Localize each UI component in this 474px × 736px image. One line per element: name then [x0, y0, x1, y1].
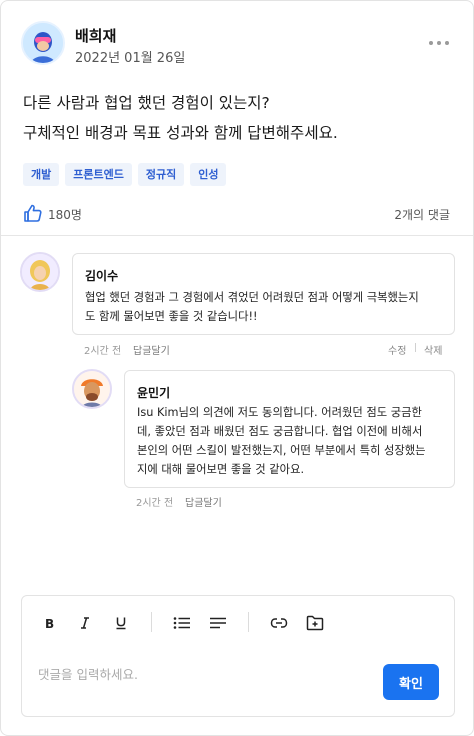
comment-line: 지에 대해 물어보면 좋을 것 같아요.: [137, 463, 305, 476]
tag[interactable]: 개발: [23, 163, 60, 186]
comment-time: 2시간 전: [84, 346, 122, 357]
comment-line: Isu Kim님의 의견에 저도 동의합니다. 어려웠던 점도 궁금한: [137, 406, 422, 419]
post-card: 배희재 2022년 01월 26일 다른 사람과 협업 했던 경험이 있는지? …: [0, 0, 474, 736]
edit-button[interactable]: 수정: [388, 342, 406, 357]
action-divider: [415, 343, 416, 352]
question-line: 구체적인 배경과 목표 성과와 함께 답변해주세요.: [23, 124, 338, 142]
commenter-avatar[interactable]: [72, 369, 112, 409]
comment-text: Isu Kim님의 의견에 저도 동의합니다. 어려웠던 점도 궁금한 데, 좋…: [137, 403, 447, 479]
like-icon[interactable]: [23, 203, 43, 223]
tag[interactable]: 인성: [190, 163, 227, 186]
underline-icon[interactable]: [111, 613, 131, 633]
commenter-name[interactable]: 윤민기: [137, 384, 170, 401]
comment-editor: B 확인: [21, 595, 455, 717]
reply-button[interactable]: 답글달기: [185, 494, 222, 509]
bold-icon[interactable]: B: [39, 613, 59, 633]
comment-line: 데, 좋았던 점과 배웠던 점도 궁금합니다. 협업 이전에 비해서: [137, 425, 423, 438]
commenter-name[interactable]: 김이수: [85, 267, 118, 284]
comment-time: 2시간 전: [136, 498, 174, 509]
commenter-avatar[interactable]: [20, 252, 60, 292]
comment-box: 김이수 협업 했던 경험과 그 경험에서 겪었던 어려웠던 점과 어떻게 극복했…: [72, 253, 455, 335]
link-icon[interactable]: [269, 613, 289, 633]
author-name[interactable]: 배희재: [75, 25, 116, 46]
submit-button[interactable]: 확인: [383, 664, 439, 700]
tag[interactable]: 정규직: [137, 163, 185, 186]
bullet-list-icon[interactable]: [172, 613, 192, 633]
comment-line: 본인의 어떤 스킬이 발전했는지, 어떤 부분에서 특히 성장했는: [137, 444, 426, 457]
reply-button[interactable]: 답글달기: [133, 342, 170, 357]
align-icon[interactable]: [208, 613, 228, 633]
comment-text: 협업 했던 경험과 그 경험에서 겪었던 어려웠던 점과 어떻게 극복했는지 도…: [85, 288, 447, 326]
more-options-icon[interactable]: [429, 36, 451, 50]
svg-text:B: B: [45, 617, 54, 630]
delete-button[interactable]: 삭제: [424, 342, 442, 357]
post-date: 2022년 01월 26일: [75, 51, 186, 66]
italic-icon[interactable]: [75, 613, 95, 633]
folder-add-icon[interactable]: [305, 613, 325, 633]
editor-toolbar: B: [22, 596, 454, 648]
question-line: 다른 사람과 협업 했던 경험이 있는지?: [23, 94, 270, 112]
comment-line: 도 함께 물어보면 좋을 것 같습니다!!: [85, 310, 258, 323]
comment-box: 윤민기 Isu Kim님의 의견에 저도 동의합니다. 어려웠던 점도 궁금한 …: [124, 370, 455, 488]
tag[interactable]: 프론트엔드: [65, 163, 132, 186]
comment-line: 협업 했던 경험과 그 경험에서 겪었던 어려웠던 점과 어떻게 극복했는지: [85, 291, 419, 304]
toolbar-divider: [248, 612, 249, 632]
comment-input[interactable]: [38, 664, 358, 684]
divider: [1, 235, 473, 236]
comment-count[interactable]: 2개의 댓글: [394, 206, 450, 223]
author-avatar[interactable]: [21, 21, 65, 65]
tag-list: 개발 프론트엔드 정규직 인성: [23, 163, 227, 186]
like-count: 180명: [48, 208, 82, 222]
toolbar-divider: [151, 612, 152, 632]
question-text: 다른 사람과 협업 했던 경험이 있는지? 구체적인 배경과 목표 성과와 함께…: [23, 88, 453, 148]
